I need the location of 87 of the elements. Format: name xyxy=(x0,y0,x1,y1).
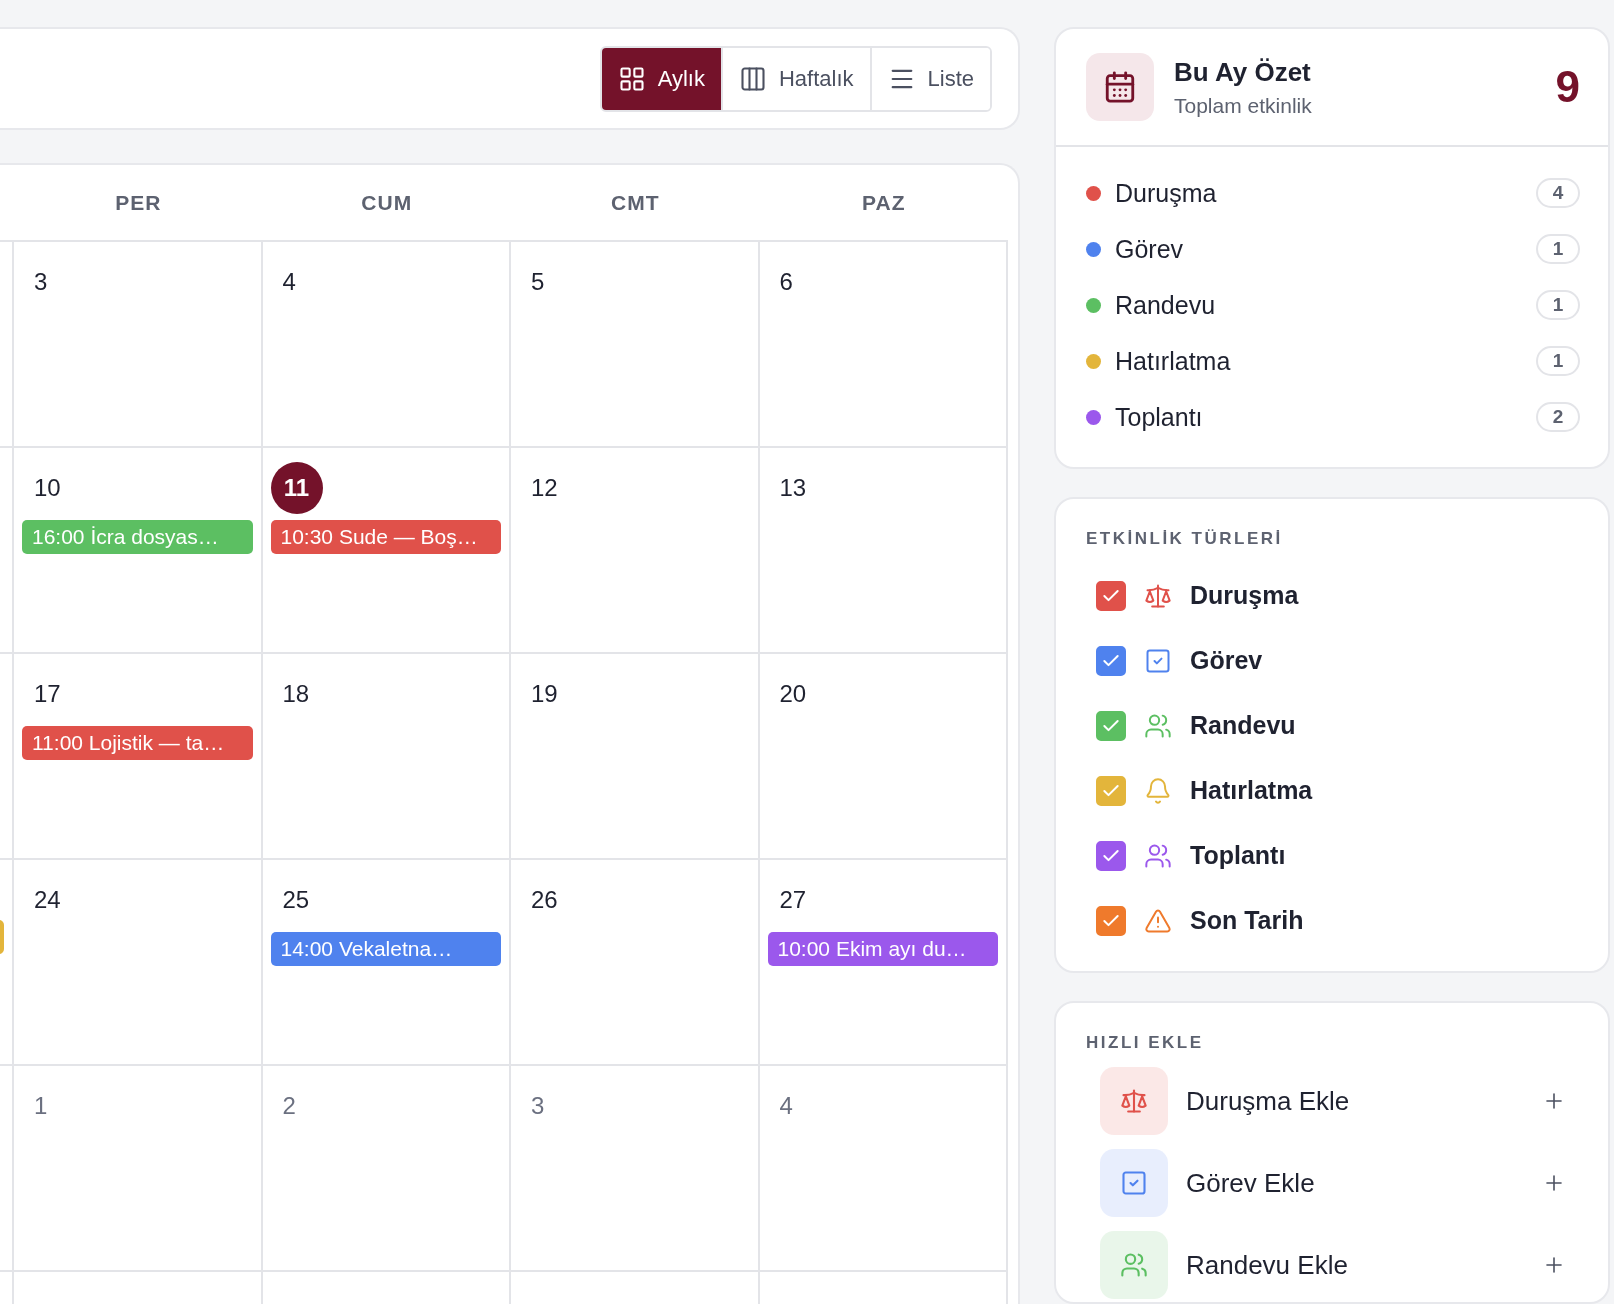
type-label: Görev xyxy=(1115,234,1185,264)
day-cell[interactable]: 20 xyxy=(759,654,1008,860)
date-number: 2 xyxy=(281,1091,297,1121)
date-number: 10 xyxy=(33,473,62,503)
calendar-icon xyxy=(1103,70,1137,104)
date-number: 27 xyxy=(778,885,808,915)
today-date: 11 xyxy=(270,462,323,514)
type-label: Duruşma xyxy=(1115,178,1218,208)
day-cell[interactable]: 24 xyxy=(14,860,263,1066)
day-cell[interactable]: 10 16:00 İcra dosyas… xyxy=(14,448,263,654)
day-cell[interactable]: 18 xyxy=(262,654,511,860)
day-cell[interactable]: 3 xyxy=(511,1066,760,1272)
day-cell[interactable]: 25 14:00 Vekaletna… xyxy=(262,860,511,1066)
count-badge: 1 xyxy=(1536,346,1580,376)
date-number: 18 xyxy=(281,679,311,709)
checkbox[interactable] xyxy=(1096,645,1126,676)
view-tab[interactable]: Liste xyxy=(869,47,990,110)
weekday-label: CUM xyxy=(361,190,413,215)
type-label: Hatırlatma xyxy=(1115,346,1232,376)
day-cell[interactable]: 4 xyxy=(759,1066,1008,1272)
day-cell[interactable]: 26 xyxy=(511,860,760,1066)
checkbox[interactable] xyxy=(1096,580,1126,611)
date-number: 25 xyxy=(281,885,311,915)
date-number: 6 xyxy=(778,267,794,297)
type-label: Randevu xyxy=(1115,290,1217,320)
columns-icon xyxy=(738,64,767,93)
day-cell[interactable]: 1 xyxy=(14,1066,263,1272)
day-cell[interactable]: 4 xyxy=(262,242,511,448)
checkbox[interactable] xyxy=(1096,775,1126,806)
date-number: 24 xyxy=(33,885,62,915)
section-heading: ETKİNLİK TÜRLERİ xyxy=(1085,528,1284,550)
day-cell[interactable]: 19 xyxy=(511,654,760,860)
weekday-label: PER xyxy=(115,190,162,215)
people-icon xyxy=(1120,1251,1148,1279)
date-number: 3 xyxy=(33,267,49,297)
day-cell[interactable]: 11 10:30 Sude — Boş… xyxy=(262,448,511,654)
quick-add-button[interactable]: Görev Ekle xyxy=(1100,1149,1578,1217)
day-cell[interactable]: 13 xyxy=(759,448,1008,654)
type-label: Randevu xyxy=(1190,711,1296,740)
scale-icon xyxy=(1120,1087,1148,1115)
event-chip[interactable]: 14:00 Vekaletna… xyxy=(270,932,501,966)
date-number: 1 xyxy=(33,1091,49,1121)
type-label: Toplantı xyxy=(1190,841,1286,870)
day-cell[interactable]: 5 xyxy=(511,242,760,448)
section-heading: HIZLI EKLE xyxy=(1085,1032,1205,1054)
date-number: 26 xyxy=(530,885,559,915)
date-number: 13 xyxy=(778,473,808,503)
day-cell[interactable]: 27 10:00 Ekim ayı du… xyxy=(759,860,1008,1066)
date-number: 20 xyxy=(778,679,808,709)
day-cell[interactable]: 17 11:00 Lojistik — ta… xyxy=(14,654,263,860)
event-chip[interactable]: 11:00 Lojistik — ta… xyxy=(22,726,253,760)
date-number: 19 xyxy=(530,679,559,709)
type-label: Toplantı xyxy=(1115,402,1204,432)
day-cell[interactable]: 2 xyxy=(262,1066,511,1272)
checkbox-icon xyxy=(1120,1169,1148,1197)
checkbox[interactable] xyxy=(1096,840,1126,871)
count-badge: 1 xyxy=(1536,234,1580,264)
type-label: Duruşma xyxy=(1190,581,1299,610)
day-cell[interactable]: 6 xyxy=(759,242,1008,448)
quick-add-button[interactable]: Duruşma Ekle xyxy=(1100,1067,1578,1135)
count-badge: 4 xyxy=(1536,178,1580,208)
type-label: Son Tarih xyxy=(1190,906,1304,935)
day-cell[interactable]: 12 xyxy=(511,448,760,654)
event-chip[interactable]: 10:30 Sude — Boş… xyxy=(270,520,501,554)
weekday-label: PAZ xyxy=(862,190,906,215)
total-count: 9 xyxy=(1555,62,1580,112)
view-tab[interactable]: Aylık xyxy=(601,47,721,110)
bell-icon xyxy=(1144,776,1172,805)
type-label: Hatırlatma xyxy=(1190,776,1313,805)
date-number: 5 xyxy=(530,267,546,297)
grid-icon xyxy=(617,64,646,93)
checkbox[interactable] xyxy=(1096,905,1126,936)
date-number: 12 xyxy=(530,473,559,503)
count-badge: 2 xyxy=(1536,402,1580,432)
event-chip[interactable]: 10:00 Ekim ayı du… xyxy=(767,932,998,966)
checkbox[interactable] xyxy=(1096,710,1126,741)
quick-add-button[interactable]: Randevu Ekle xyxy=(1100,1231,1578,1299)
type-label: Görev xyxy=(1190,646,1263,675)
weekday-label: CMT xyxy=(611,190,660,215)
count-badge: 1 xyxy=(1536,290,1580,320)
date-number: 4 xyxy=(778,1091,794,1121)
date-number: 4 xyxy=(281,267,297,297)
summary-title: Bu Ay Özet xyxy=(1174,56,1312,88)
summary-subtitle: Toplam etkinlik xyxy=(1174,93,1313,118)
date-number: 17 xyxy=(33,679,62,709)
day-cell[interactable]: 3 xyxy=(14,242,263,448)
date-number: 3 xyxy=(530,1091,546,1121)
